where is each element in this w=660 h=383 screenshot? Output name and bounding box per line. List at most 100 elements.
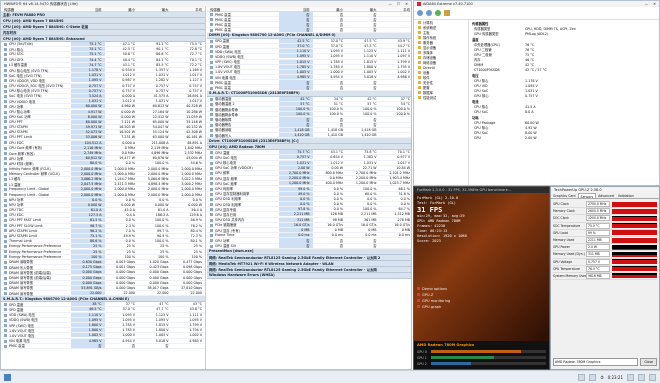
sensor-row[interactable]: PMIC 高温 否 否 否 (1, 343, 205, 349)
gpuz-sensor-label: SOC Temperature (553, 223, 581, 228)
refresh-icon[interactable] (435, 10, 441, 16)
sensor-value: 否 (279, 85, 313, 91)
sensor-label: DRAM 读写带宽 (9, 291, 34, 296)
sensor-value: 56.9 % (190, 218, 202, 223)
furmark-window: FurMark 2.3.0.0 - 31 FPS, 32.3989s GPU b… (413, 186, 550, 370)
back-icon[interactable] (417, 10, 423, 16)
gpuz-sensor-row[interactable]: GPU Voltage 0.757 V (553, 258, 657, 266)
checkbox-icon[interactable] (417, 293, 420, 296)
column-label[interactable]: 传感器 (1, 7, 71, 12)
close-icon[interactable]: ✕ (405, 2, 408, 6)
sensor-section-header[interactable]: Windows Hardware Errors (WHEA) (207, 272, 411, 279)
sensor-value: 37.0 °C (330, 38, 343, 43)
sensor-value: 80.4 % (190, 228, 202, 233)
nav-forward-icon[interactable] (589, 373, 597, 381)
gpuz-sensor-row[interactable]: GPU Power 2.0 W (553, 244, 657, 252)
aida-sensor-label: GPU (474, 135, 481, 140)
tab-graphics-card[interactable]: Graphics Card (551, 193, 578, 198)
aida-nav-label: 网络设备 (423, 61, 437, 65)
sensor-icon (210, 151, 213, 155)
sensor-value: 2,000.0 MHz (181, 187, 202, 192)
gpuz-sensor-row[interactable]: GPU Clock 2700.0 MHz (553, 201, 657, 209)
sensor-icon (4, 89, 7, 93)
start-icon[interactable] (4, 373, 11, 381)
menu-item[interactable]: GPU graph (417, 304, 450, 310)
sensor-value: 97.8 % (279, 207, 313, 212)
close-icon[interactable]: ✕ (653, 2, 656, 6)
gpuz-sensor-row[interactable]: CPU Temperature 76.0 °C (553, 265, 657, 273)
sensor-icon (4, 162, 7, 166)
maximize-icon[interactable]: ☐ (397, 2, 400, 6)
tab-sensors[interactable]: Sensors (577, 193, 597, 199)
sensor-value: 46.5 °C (71, 307, 105, 312)
tab-validation[interactable]: Validation (616, 193, 636, 198)
sensor-label: Frequency Limit - Global (9, 187, 50, 192)
sensor-icon (210, 45, 213, 49)
gpuz-sensor-row[interactable]: Memory Used 2211 MB (553, 237, 657, 245)
sensor-value: 25 % (126, 249, 135, 254)
sensor-value: 43.1 °C (122, 62, 135, 67)
checkbox-icon[interactable] (417, 287, 420, 290)
sensor-value: 47.1 °C (122, 42, 135, 47)
minimize-icon[interactable]: — (388, 2, 392, 6)
sensor-value: 0.0 % (192, 197, 202, 202)
gpuz-sensor-row[interactable]: SOC Temperature 75.0 °C (553, 222, 657, 230)
gpuz-sensor-row[interactable]: SOC Clock 1200.0 MHz (553, 215, 657, 223)
column-label[interactable]: 平均 (172, 7, 206, 12)
sensor-value: 2,047.5 MHz (71, 182, 105, 187)
gpuz-sensor-row[interactable]: Memory Used (Dyn.) 311 MB (553, 251, 657, 259)
aida-sensor-value: 1.178 V (525, 78, 538, 83)
sensor-icon (210, 229, 213, 233)
column-label[interactable]: 当前 (71, 7, 105, 12)
sensor-icon (4, 79, 7, 83)
gpuz-sensor-value: 9816 MB (586, 272, 610, 279)
settings-icon[interactable] (627, 373, 634, 381)
column-label[interactable]: 最小 (105, 7, 139, 12)
sensor-value: 37.0 °C (279, 44, 313, 49)
gpuz-sensor-row[interactable]: System Memory Used 9816 MB (553, 272, 657, 281)
column-label[interactable]: 最大 (138, 7, 172, 12)
sensor-value: 27.164 W (152, 109, 169, 114)
checkbox-icon[interactable] (417, 305, 420, 308)
sensor-value: 0.000 Gbps (116, 280, 135, 285)
tab-advanced[interactable]: Advanced (596, 193, 616, 198)
sensor-value: 0.757 V (155, 83, 169, 88)
sensor-value: 1,410 GB (361, 133, 377, 138)
sensor-value: 43,004 W (186, 156, 202, 161)
sensor-icon (210, 76, 213, 80)
aida-sensor-value: 8.0 A (525, 109, 534, 114)
sensor-value: 1.178 V (71, 68, 105, 73)
aida-sensor-label: CPU Package (474, 120, 496, 125)
sensor-value: 311 MB (279, 217, 313, 222)
gpuz-sensor-row[interactable]: GPU Load 99 % (553, 229, 657, 237)
close-button[interactable]: Close (640, 358, 657, 366)
checkbox-icon[interactable] (417, 299, 420, 302)
gpu-select[interactable]: AMD Radeon 780M Graphics (553, 358, 639, 366)
aida-sensor-value: 8.00 W (525, 130, 537, 135)
reset-icon[interactable] (638, 373, 645, 381)
minimize-icon[interactable]: — (645, 2, 649, 6)
gpuz-sensor-row[interactable]: Memory Clock 2800.0 MHz (553, 208, 657, 216)
sensor-icon (4, 339, 7, 343)
forward-icon[interactable] (426, 10, 432, 16)
sensor-value: 7.0 % (125, 228, 135, 233)
sensor-value: 0.0 MHz (121, 151, 135, 156)
sensor-value: 37,810 Gbps (180, 285, 202, 290)
sensor-value: 1,842 MHz (184, 145, 202, 150)
aida-sensor-row[interactable]: GPU 2.00 W (470, 135, 659, 140)
sensor-value: 100.0 % (279, 112, 313, 117)
sensor-value: 4.954 V (330, 75, 343, 80)
aida-nav-item[interactable]: 性能测试 (414, 95, 468, 100)
sensor-value: 0.0 % (159, 197, 169, 202)
aida-sensor-label: CPU 核心 (474, 79, 489, 83)
sensor-icon (4, 183, 7, 187)
sensor-value: 0.000 Gbps (149, 275, 169, 280)
report-icon[interactable] (444, 10, 450, 16)
gpu-bar-label: GPU 0 (417, 349, 427, 354)
sensor-name: CPU PPT FAST Limit (1, 218, 71, 222)
column-label[interactable]: 平均 (380, 7, 412, 12)
nav-back-icon[interactable] (578, 373, 586, 381)
gpuz-sensor-graph (612, 215, 657, 221)
aida-sensor-value: 0.757 V (525, 93, 538, 98)
close-icon[interactable] (649, 373, 656, 381)
